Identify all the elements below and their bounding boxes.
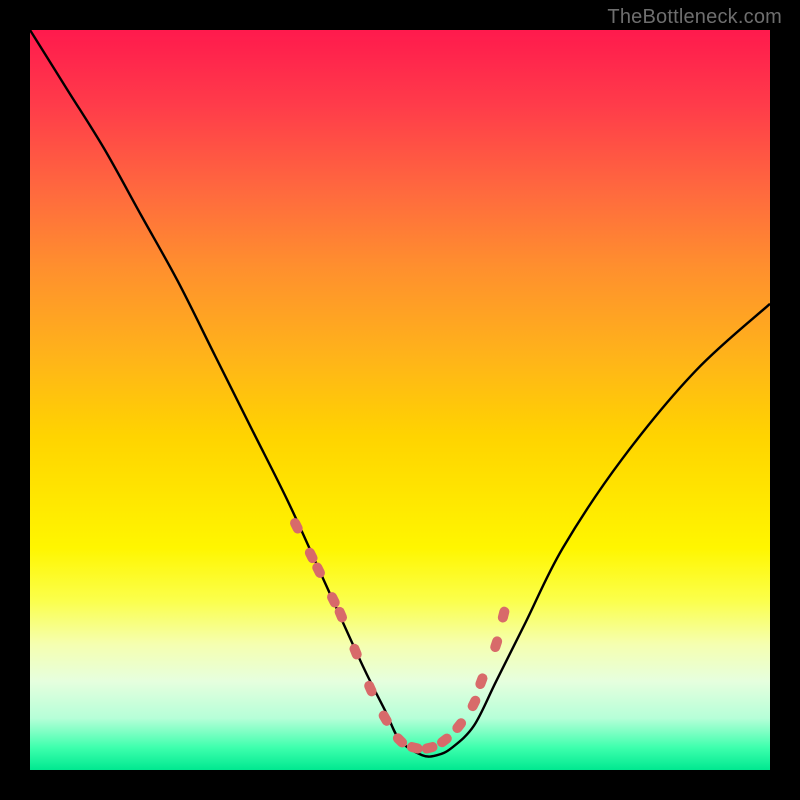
curve-marker (406, 741, 424, 755)
curve-marker (325, 590, 341, 609)
chart-frame: TheBottleneck.com (0, 0, 800, 800)
curve-marker (497, 606, 511, 624)
watermark-text: TheBottleneck.com (607, 6, 782, 29)
curve-marker (466, 694, 482, 713)
curve-marker (435, 732, 454, 750)
curve-marker (421, 741, 439, 755)
plot-area (30, 30, 770, 770)
bottleneck-curve-svg (30, 30, 770, 770)
curve-marker (348, 642, 363, 661)
curve-marker (450, 716, 468, 735)
curve-line (30, 30, 770, 757)
curve-marker (489, 635, 504, 653)
curve-path (30, 30, 770, 757)
curve-marker (474, 672, 489, 690)
curve-marker (311, 561, 327, 580)
